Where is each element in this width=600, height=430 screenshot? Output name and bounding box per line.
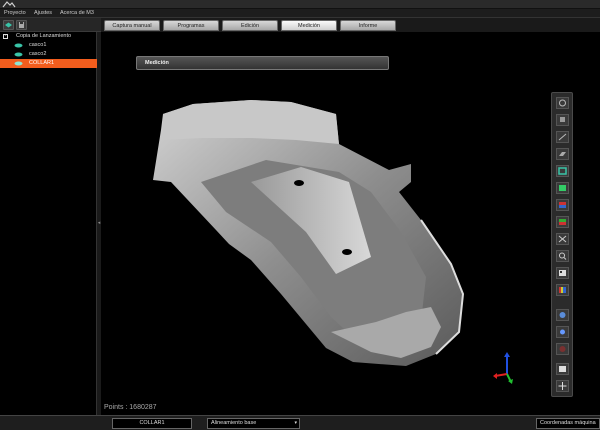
tree-root-label: Copia de Lanzamiento (16, 33, 72, 39)
fit-icon (558, 235, 567, 243)
scan-model[interactable] (101, 32, 600, 415)
mounting-hole (342, 249, 352, 255)
tree-root[interactable]: - Copia de Lanzamiento (0, 32, 97, 41)
fit-button[interactable] (556, 233, 569, 245)
section-icon (559, 219, 566, 225)
tree-item-label: casco2 (29, 51, 47, 57)
tab-bar: Captura manual Programas Edición Medició… (101, 18, 600, 32)
3d-viewport[interactable]: Medición Points : 1680287 (101, 32, 600, 415)
add-object-button[interactable] (3, 20, 14, 30)
collapse-icon[interactable]: - (3, 34, 8, 39)
alignment-select[interactable]: Alineamiento base ▾ (207, 418, 300, 429)
save-button[interactable] (16, 20, 27, 30)
cube-icon (560, 117, 565, 122)
layers-icon (559, 202, 566, 208)
tab-edicion[interactable]: Edición (222, 20, 278, 31)
camera-icon (559, 312, 566, 318)
menu-proyecto[interactable]: Proyecto (4, 10, 26, 16)
tree-item-label: casco1 (29, 42, 47, 48)
select-icon (559, 99, 566, 107)
shading-icon (559, 366, 566, 372)
color-map-icon (559, 287, 566, 293)
tab-programas[interactable]: Programas (163, 20, 219, 31)
tab-medicion[interactable]: Medición (281, 20, 337, 31)
line-button[interactable] (556, 131, 569, 143)
line-icon (558, 133, 567, 141)
box-button[interactable] (556, 165, 569, 177)
tree-toolbar (0, 18, 101, 32)
object-tree: - Copia de Lanzamiento casco1 casco2 COL… (0, 32, 97, 415)
mesh-icon (14, 61, 23, 66)
layers-button[interactable] (556, 199, 569, 211)
tree-item-collar1[interactable]: COLLAR1 (0, 59, 97, 68)
active-object-field: COLLAR1 (112, 418, 192, 429)
lighting-icon (560, 329, 565, 335)
axis-triad (493, 352, 513, 384)
box-icon (558, 167, 567, 175)
coordinate-system-select[interactable]: Coordenadas máquina (536, 418, 600, 429)
menu-bar: Proyecto Ajustes Acerca de M3 (0, 9, 600, 18)
section-button[interactable] (556, 216, 569, 228)
alignment-value: Alineamiento base (211, 420, 257, 426)
plane-icon (559, 152, 566, 156)
display-icon (559, 270, 566, 276)
panel-title: Medición (145, 60, 169, 66)
render-button[interactable] (556, 343, 569, 355)
tab-captura-manual[interactable]: Captura manual (104, 20, 160, 31)
plane-button[interactable] (556, 148, 569, 160)
zoom-button[interactable] (556, 250, 569, 262)
camera-button[interactable] (556, 309, 569, 321)
render-icon (559, 346, 566, 352)
shading-button[interactable] (556, 363, 569, 375)
grid-button[interactable] (556, 182, 569, 194)
disk-icon (19, 22, 24, 28)
cube-button[interactable] (556, 114, 569, 126)
menu-ajustes[interactable]: Ajustes (34, 10, 52, 16)
reset-button[interactable] (556, 380, 569, 392)
zoom-icon (559, 252, 567, 260)
display-button[interactable] (556, 267, 569, 279)
mounting-hole (294, 180, 304, 186)
medicion-panel-header[interactable]: Medición (136, 56, 389, 70)
color-map-button[interactable] (556, 284, 569, 296)
tree-item-casco1[interactable]: casco1 (0, 41, 97, 50)
tree-item-label: COLLAR1 (29, 60, 55, 66)
mesh-icon (14, 52, 23, 57)
chevron-down-icon[interactable]: ▾ (294, 419, 297, 428)
tab-informe[interactable]: Informe (340, 20, 396, 31)
menu-acerca[interactable]: Acerca de M3 (60, 10, 94, 16)
title-bar (0, 0, 600, 9)
app-logo-icon (2, 1, 16, 8)
mesh-icon (14, 43, 23, 48)
tree-item-casco2[interactable]: casco2 (0, 50, 97, 59)
grid-icon (559, 185, 566, 191)
status-bar: COLLAR1 Alineamiento base ▾ Coordenadas … (0, 415, 600, 430)
reset-icon (558, 382, 567, 390)
select-button[interactable] (556, 97, 569, 109)
lighting-button[interactable] (556, 326, 569, 338)
layer-icon (5, 22, 12, 28)
points-count: Points : 1680287 (104, 404, 157, 411)
view-toolbar (551, 92, 573, 397)
